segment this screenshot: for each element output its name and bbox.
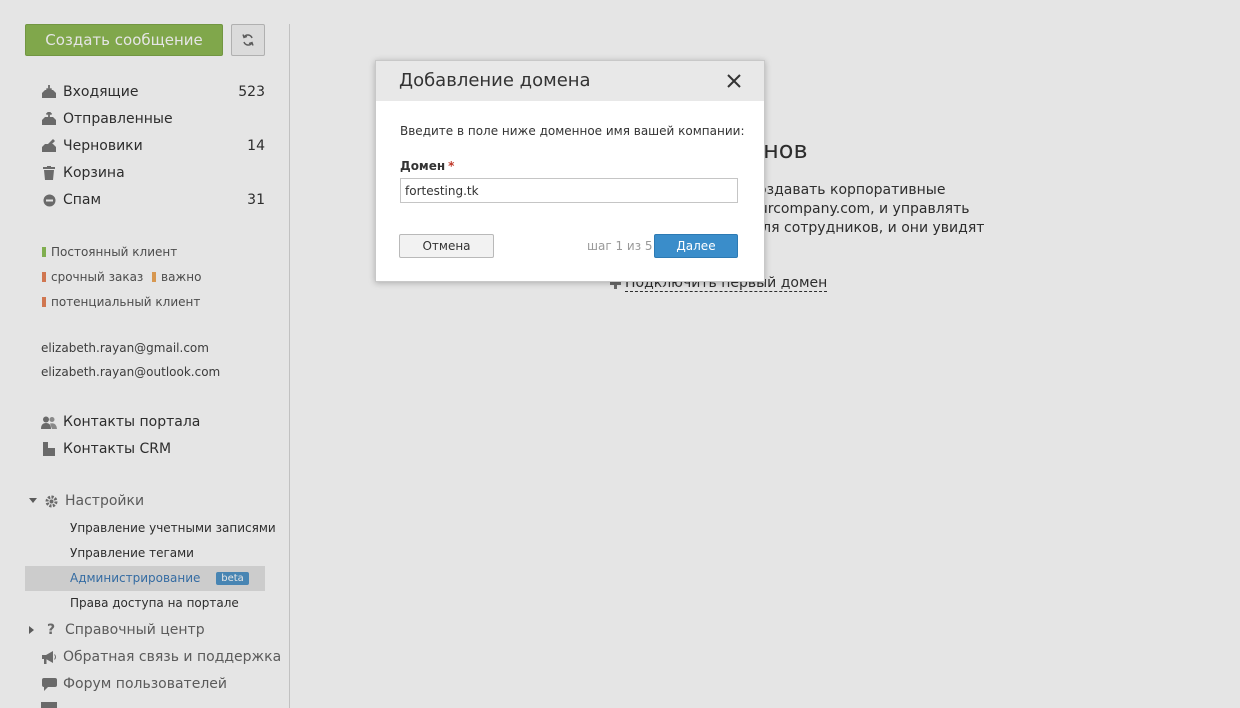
dialog-title: Добавление домена (399, 70, 591, 91)
required-mark: * (448, 159, 455, 173)
step-indicator: шаг 1 из 5 (587, 239, 653, 253)
add-domain-dialog: Добавление домена Введите в поле ниже до… (375, 60, 765, 282)
dialog-header: Добавление домена (376, 61, 764, 101)
close-icon (727, 74, 741, 88)
next-button[interactable]: Далее (654, 234, 738, 258)
dialog-description: Введите в поле ниже доменное имя вашей к… (400, 124, 745, 138)
domain-input[interactable] (400, 178, 738, 203)
cancel-button[interactable]: Отмена (399, 234, 494, 258)
close-button[interactable] (726, 73, 742, 89)
field-label-text: Домен (400, 159, 446, 173)
domain-field-label: Домен * (400, 159, 454, 173)
